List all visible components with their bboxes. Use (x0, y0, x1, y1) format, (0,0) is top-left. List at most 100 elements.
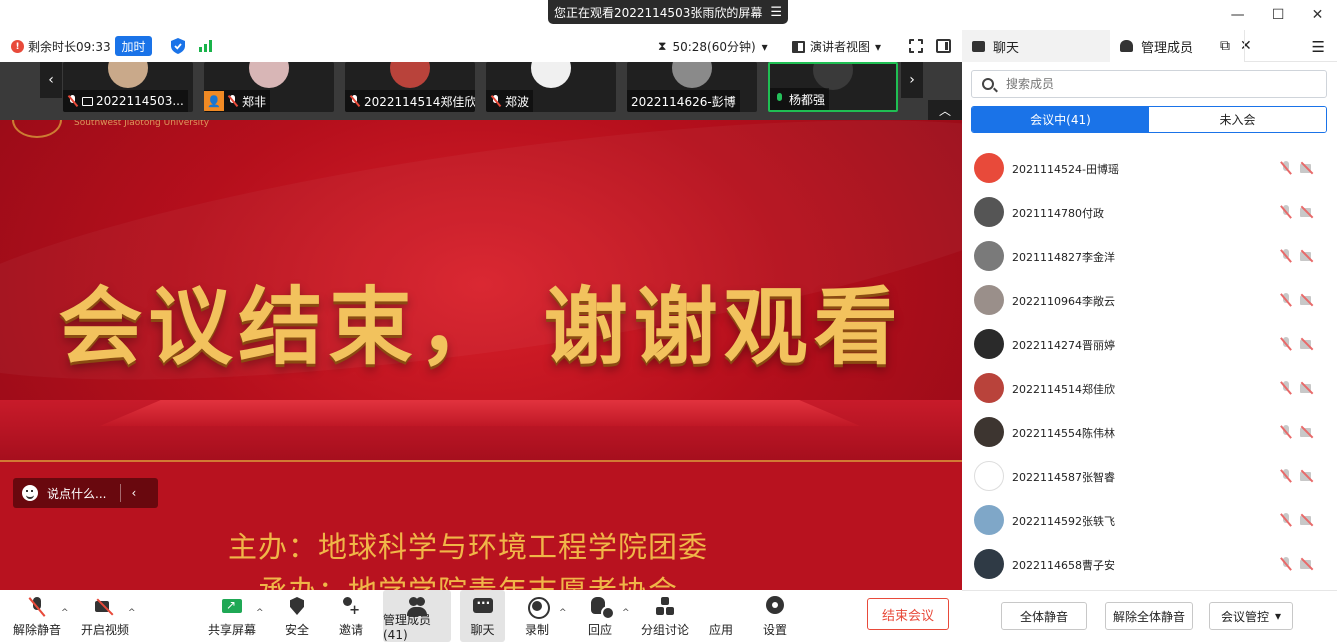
chat-button[interactable]: 聊天 (460, 590, 505, 642)
mic-off-icon[interactable] (1280, 469, 1292, 483)
chevron-up-icon[interactable]: ^ (128, 608, 136, 618)
video-tile[interactable]: 👤 郑非 (204, 62, 334, 112)
panel-tabs: 聊天 管理成员 (962, 30, 1337, 62)
extend-time-button[interactable]: 加时 (115, 36, 152, 56)
video-tile[interactable]: 2022114503... (63, 62, 193, 112)
video-tile[interactable]: 2022114514郑佳欣 (345, 62, 475, 112)
unmute-all-button[interactable]: 解除全体静音 (1105, 602, 1193, 630)
camera-off-icon[interactable] (1300, 470, 1315, 482)
camera-off-icon[interactable] (1300, 338, 1315, 350)
member-row[interactable]: 2022114658曹子安 (962, 542, 1337, 586)
minimize-icon[interactable]: — (1231, 7, 1245, 23)
close-icon[interactable]: ✕ (1312, 7, 1324, 23)
chevron-left-icon[interactable]: ‹ (131, 486, 136, 500)
mic-off-icon[interactable] (1280, 513, 1292, 527)
sharing-banner[interactable]: 您正在观看2022114503张雨欣的屏幕 ☰ (548, 0, 788, 24)
camera-off-icon[interactable] (1300, 294, 1315, 306)
tile-name: 郑波 (505, 94, 530, 109)
camera-off-icon[interactable] (1300, 206, 1315, 218)
bottom-toolbar: 解除静音 ^ 开启视频 ^ 共享屏幕 ^ 安全 邀请 (0, 590, 962, 642)
view-mode-dropdown[interactable]: 演讲者视图 ▾ (792, 38, 881, 55)
mic-off-icon (349, 95, 361, 107)
mic-off-icon (490, 95, 502, 107)
end-meeting-button[interactable]: 结束会议 (867, 598, 949, 630)
strip-next-button[interactable]: › (901, 62, 923, 98)
chevron-up-icon[interactable]: ^ (256, 608, 264, 618)
settings-label: 设置 (762, 623, 787, 637)
warning-icon: ! (11, 40, 24, 53)
mic-off-icon[interactable] (1280, 161, 1292, 175)
video-tile[interactable]: 郑波 (486, 62, 616, 112)
security-button[interactable]: 安全 (277, 590, 317, 642)
title-bar (0, 0, 962, 30)
mic-off-icon[interactable] (1280, 557, 1292, 571)
shield-icon (285, 596, 309, 618)
chevron-up-icon[interactable]: ^ (559, 608, 567, 618)
mic-off-icon[interactable] (1280, 381, 1292, 395)
avatar (249, 62, 289, 88)
signal-icon[interactable] (199, 40, 213, 52)
mic-off-icon[interactable] (1280, 293, 1292, 307)
camera-off-icon[interactable] (1300, 426, 1315, 438)
apps-button[interactable]: 应用 (703, 590, 739, 642)
emoji-icon[interactable] (22, 485, 38, 501)
member-search[interactable] (971, 70, 1327, 98)
tab-not-joined[interactable]: 未入会 (1149, 107, 1326, 132)
record-button[interactable]: 录制 (518, 590, 556, 642)
camera-off-icon[interactable] (1300, 250, 1315, 262)
meeting-control-dropdown[interactable]: 会议管控 ▾ (1209, 602, 1293, 630)
mic-off-icon[interactable] (1280, 205, 1292, 219)
invite-button[interactable]: 邀请 (331, 590, 371, 642)
member-row[interactable]: 2022114274晋丽婷 (962, 322, 1337, 366)
mute-all-button[interactable]: 全体静音 (1001, 602, 1087, 630)
menu-icon[interactable]: ☰ (770, 5, 782, 20)
chevron-up-icon[interactable]: ^ (622, 608, 630, 618)
video-tile[interactable]: 2022114626-彭博 (627, 62, 757, 112)
member-row[interactable]: 2022114554陈伟林 (962, 410, 1337, 454)
settings-button[interactable]: 设置 (757, 590, 793, 642)
manage-members-button[interactable]: 管理成员(41) (383, 590, 451, 642)
chevron-up-icon[interactable]: ^ (61, 608, 69, 618)
start-video-button[interactable]: 开启视频 (80, 590, 130, 642)
popout-icon[interactable]: ⧉ (1220, 38, 1230, 54)
unmute-button[interactable]: 解除静音 (12, 590, 62, 642)
camera-off-icon[interactable] (1300, 382, 1315, 394)
shield-icon[interactable] (171, 38, 185, 54)
avatar (974, 197, 1004, 227)
member-row[interactable]: 2021114780付政 (962, 190, 1337, 234)
member-row[interactable]: 2022114514郑佳欣 (962, 366, 1337, 410)
tab-members-label: 管理成员 (1141, 40, 1194, 56)
camera-off-icon[interactable] (1300, 162, 1315, 174)
reaction-button[interactable]: 回应 (581, 590, 619, 642)
sidebar-toggle-icon[interactable] (936, 39, 951, 53)
tab-chat[interactable]: 聊天 (962, 30, 1110, 62)
member-row[interactable]: 2021114827李金洋 (962, 234, 1337, 278)
tab-in-meeting[interactable]: 会议中(41) (972, 107, 1149, 132)
member-list: 2021114524-田博瑶 2021114780付政 2021114827李金洋 2… (962, 146, 1337, 586)
camera-off-icon[interactable] (1300, 558, 1315, 570)
collapse-strip-button[interactable]: ︿ (928, 100, 962, 120)
strip-prev-button[interactable]: ‹ (40, 62, 62, 98)
member-row[interactable]: 2021114524-田博瑶 (962, 146, 1337, 190)
member-name: 2022114514郑佳欣 (1012, 383, 1115, 396)
member-row[interactable]: 2022110964李敞云 (962, 278, 1337, 322)
mic-off-icon[interactable] (1280, 425, 1292, 439)
comment-input[interactable]: 说点什么... ‹ (13, 478, 158, 508)
mic-off-icon[interactable] (1280, 249, 1292, 263)
maximize-icon[interactable]: ☐ (1272, 7, 1285, 23)
share-screen-button[interactable]: 共享屏幕 (207, 590, 257, 642)
menu-icon[interactable]: ☰ (1312, 38, 1325, 56)
mic-off-icon (67, 95, 79, 107)
close-icon[interactable]: ✕ (1240, 38, 1252, 54)
fullscreen-icon[interactable] (909, 39, 923, 53)
meeting-timer[interactable]: ⧗ 50:28(60分钟) ▾ (658, 38, 768, 55)
camera-off-icon[interactable] (1300, 514, 1315, 526)
search-input[interactable] (1006, 77, 1286, 91)
member-row[interactable]: 2022114587张智睿 (962, 454, 1337, 498)
mic-off-icon[interactable] (1280, 337, 1292, 351)
security-label: 安全 (284, 623, 309, 637)
video-tile-active-speaker[interactable]: 杨都强 (768, 62, 898, 112)
member-row[interactable]: 2022114592张轶飞 (962, 498, 1337, 542)
breakout-button[interactable]: 分组讨论 (641, 590, 689, 642)
remaining-time: 剩余时长09:33 (28, 40, 111, 54)
